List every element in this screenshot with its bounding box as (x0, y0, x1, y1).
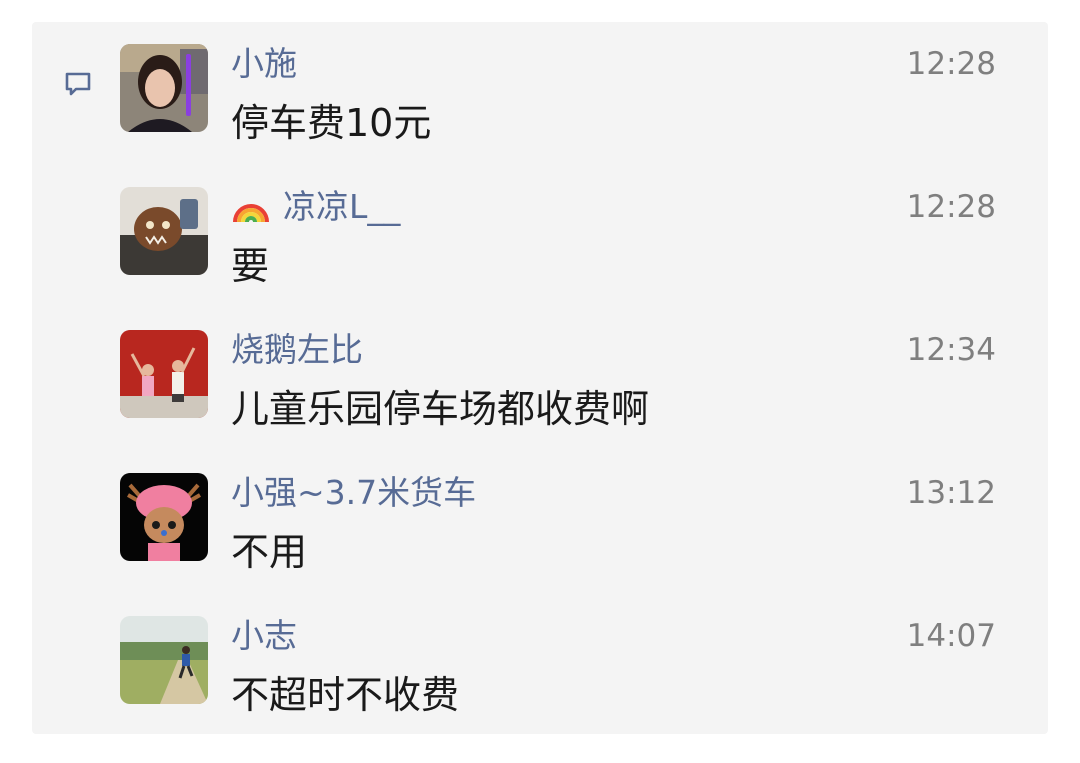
avatar[interactable] (120, 330, 208, 418)
commenter-name[interactable]: 小施 (231, 44, 297, 84)
commenter-name[interactable]: 小强~3.7米货车 (231, 473, 476, 513)
comment-time: 13:12 (906, 475, 996, 511)
comment-row[interactable]: 小志 14:07 不超时不收费 (120, 594, 996, 737)
comment-icon[interactable] (62, 68, 94, 100)
commenter-name[interactable]: 小志 (231, 616, 297, 656)
avatar[interactable] (120, 616, 208, 704)
comment-time: 12:28 (906, 189, 996, 225)
commenter-name-text[interactable]: 凉凉L__ (283, 187, 400, 226)
commenter-name[interactable]: 凉凉L__ (231, 187, 400, 227)
comment-row[interactable]: 小施 12:28 停车费10元 (120, 22, 996, 165)
comment-text: 要 (231, 244, 270, 288)
avatar[interactable] (120, 44, 208, 132)
comment-text: 不用 (231, 530, 308, 574)
comment-text: 不超时不收费 (231, 673, 460, 717)
avatar[interactable] (120, 473, 208, 561)
comment-text: 停车费10元 (231, 101, 432, 145)
comment-time: 12:34 (906, 332, 996, 368)
avatar[interactable] (120, 187, 208, 275)
rainbow-icon (233, 204, 269, 223)
comment-row[interactable]: 烧鹅左比 12:34 儿童乐园停车场都收费啊 (120, 308, 996, 451)
comment-text: 儿童乐园停车场都收费啊 (231, 387, 650, 431)
comment-row[interactable]: 小强~3.7米货车 13:12 不用 (120, 451, 996, 594)
commenter-name[interactable]: 烧鹅左比 (231, 330, 363, 370)
comment-time: 14:07 (906, 618, 996, 654)
comment-row[interactable]: 凉凉L__ 12:28 要 (120, 165, 996, 308)
comment-time: 12:28 (906, 46, 996, 82)
